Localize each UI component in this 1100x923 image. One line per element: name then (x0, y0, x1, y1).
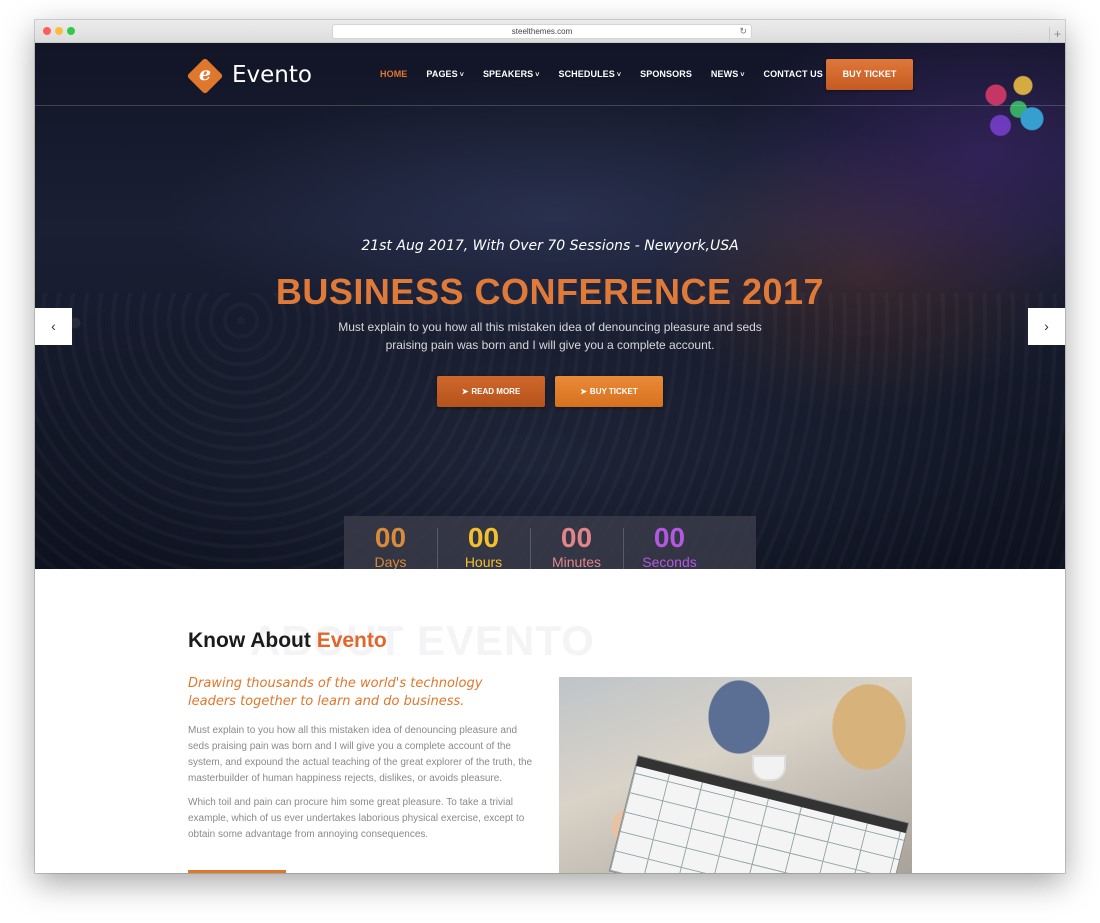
countdown-minutes: 00 Minutes (530, 516, 623, 569)
hero-title: BUSINESS CONFERENCE 2017 (275, 271, 825, 312)
chevron-down-icon: ˅ (740, 72, 745, 79)
chevron-down-icon: ˅ (459, 72, 464, 79)
chevron-right-icon: › (1044, 318, 1049, 334)
zoom-window-button[interactable] (67, 27, 75, 35)
nav-item-news[interactable]: NEWS ˅ (711, 69, 745, 79)
logo-text: Evento (232, 62, 312, 88)
hero-slider: e Evento HOME PAGES ˅ SPEAKERS ˅ SCHEDULES… (35, 43, 1065, 569)
countdown-label: Hours (464, 554, 503, 569)
address-bar[interactable]: steelthemes.com ↻ (332, 24, 752, 39)
nav-item-sponsors[interactable]: SPONSORS (640, 69, 692, 79)
countdown-value: 00 (560, 522, 593, 553)
about-photo (559, 677, 912, 873)
hero-buy-ticket-button[interactable]: ➤ BUY TICKET (555, 376, 663, 407)
minimize-window-button[interactable] (55, 27, 63, 35)
circle-arrow-icon: ➤ (580, 387, 587, 396)
chevron-down-icon: ˅ (535, 72, 540, 79)
hero-subtitle: 21st Aug 2017, With Over 70 Sessions - N… (361, 238, 739, 254)
hero-description: Must explain to you how all this mistake… (338, 320, 762, 352)
browser-toolbar: steelthemes.com ↻ + (35, 20, 1065, 43)
new-tab-icon[interactable]: + (1049, 27, 1065, 43)
countdown-hours: 00 Hours (437, 516, 530, 569)
nav-item-contact-us[interactable]: CONTACT US (764, 69, 823, 79)
slider-prev-button[interactable]: ‹ (35, 308, 72, 345)
nav-item-home[interactable]: HOME (380, 69, 407, 79)
countdown-label: Minutes (551, 554, 602, 569)
countdown-seconds: 00 Seconds (623, 516, 716, 569)
logo-mark-icon: e (186, 57, 224, 95)
countdown-value: 00 (653, 522, 686, 553)
countdown-label: Seconds (642, 554, 697, 569)
about-read-more-button[interactable] (188, 870, 286, 873)
main-navigation: e Evento HOME PAGES ˅ SPEAKERS ˅ SCHEDULES… (35, 43, 1065, 106)
about-heading: Know About Evento (188, 629, 387, 652)
slider-next-button[interactable]: › (1028, 308, 1065, 345)
address-bar-url: steelthemes.com (511, 27, 573, 36)
nav-buy-ticket-button[interactable]: BUY TICKET (826, 59, 913, 90)
chevron-left-icon: ‹ (51, 318, 56, 334)
countdown-label: Days (374, 554, 407, 569)
nav-menu: HOME PAGES ˅ SPEAKERS ˅ SCHEDULES ˅ SPONSOR… (380, 69, 842, 79)
about-section: ABOUT EVENTO Know About Evento Drawing t… (35, 569, 1065, 873)
chevron-down-icon: ˅ (616, 72, 622, 79)
countdown-value: 00 (374, 522, 407, 553)
circle-arrow-icon: ➤ (461, 387, 469, 396)
close-window-button[interactable] (43, 27, 51, 35)
countdown-timer: 00 Days 00 Hours 00 Minutes 00 Seconds (344, 516, 756, 569)
coffee-cup-illustration (754, 757, 784, 779)
countdown-days: 00 Days (344, 516, 437, 570)
nav-item-schedules[interactable]: SCHEDULES ˅ (558, 69, 621, 79)
about-lead-text: Drawing thousands of the world's technol… (188, 676, 483, 709)
nav-item-pages[interactable]: PAGES ˅ (426, 69, 464, 79)
browser-window: steelthemes.com ↻ + e Evento HOME PAGES ˅… (35, 20, 1065, 873)
about-paragraph: Must explain to you how all this mistake… (188, 725, 533, 784)
read-more-button[interactable]: ➤ READ MORE (437, 376, 545, 407)
nav-item-speakers[interactable]: SPEAKERS ˅ (483, 69, 540, 79)
countdown-value: 00 (467, 522, 500, 553)
about-paragraph: Which toil and pain can procure him some… (188, 797, 525, 840)
reload-icon[interactable]: ↻ (739, 25, 747, 38)
